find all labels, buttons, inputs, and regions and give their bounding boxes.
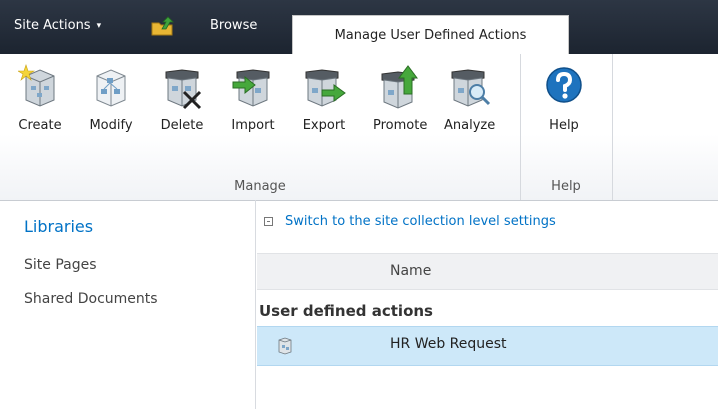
navigate-up-icon[interactable]: [150, 15, 174, 37]
create-label: Create: [18, 118, 62, 133]
promote-label: Promote: [373, 118, 428, 133]
help-icon: [546, 67, 582, 103]
site-actions-menu[interactable]: Site Actions ▾: [14, 18, 101, 33]
nav-item-site-pages[interactable]: Site Pages: [24, 257, 97, 273]
analyze-button[interactable]: Analyze: [444, 64, 495, 149]
main-content: Switch to the site collection level sett…: [257, 200, 718, 409]
help-button[interactable]: Help: [542, 64, 586, 149]
modify-action-icon: [96, 69, 126, 107]
nav-heading-libraries[interactable]: Libraries: [24, 217, 93, 236]
modify-button[interactable]: Modify: [89, 64, 133, 149]
nav-item-shared-documents[interactable]: Shared Documents: [24, 291, 158, 307]
ribbon: Create Modify Delete Import Export Promo…: [0, 54, 718, 201]
ribbon-group-help-label: Help: [551, 179, 581, 194]
delete-button[interactable]: Delete: [160, 64, 204, 149]
promote-action-icon: [381, 65, 419, 109]
group-heading: User defined actions: [259, 302, 433, 320]
export-label: Export: [302, 118, 346, 133]
table-row[interactable]: HR Web Request: [257, 326, 718, 366]
ribbon-group-help: Help Help: [520, 54, 613, 200]
switch-to-site-collection-link[interactable]: Switch to the site collection level sett…: [285, 214, 556, 229]
import-label: Import: [231, 118, 275, 133]
modify-label: Modify: [89, 118, 133, 133]
row-name: HR Web Request: [390, 336, 507, 352]
analyze-action-icon: [451, 69, 490, 107]
site-actions-label: Site Actions: [14, 18, 91, 33]
analyze-label: Analyze: [444, 118, 496, 133]
left-navigation: Libraries Site Pages Shared Documents: [0, 200, 256, 409]
top-tab-bar: Site Actions ▾ Browse Manage User Define…: [0, 0, 718, 54]
delete-action-icon: [165, 69, 202, 110]
tab-manage-user-defined-actions[interactable]: Manage User Defined Actions: [292, 15, 569, 54]
column-header-name[interactable]: Name: [390, 263, 431, 279]
help-label: Help: [549, 118, 579, 133]
collapse-square-icon: [264, 217, 273, 226]
ribbon-group-manage-label: Manage: [234, 179, 286, 194]
switch-settings-row: Switch to the site collection level sett…: [264, 214, 556, 229]
create-button[interactable]: Create: [18, 64, 62, 149]
promote-button[interactable]: Promote: [373, 64, 427, 149]
create-action-icon: [18, 64, 55, 107]
import-button[interactable]: Import: [231, 64, 275, 149]
tab-browse[interactable]: Browse: [210, 18, 257, 33]
user-defined-action-icon: [278, 337, 292, 355]
column-header-row: Name: [257, 253, 718, 290]
import-action-icon: [232, 69, 270, 107]
chevron-down-icon: ▾: [96, 20, 102, 31]
export-action-icon: [305, 69, 346, 107]
ribbon-group-manage: Create Modify Delete Import Export Promo…: [0, 54, 521, 200]
export-button[interactable]: Export: [302, 64, 346, 149]
delete-label: Delete: [160, 118, 204, 133]
